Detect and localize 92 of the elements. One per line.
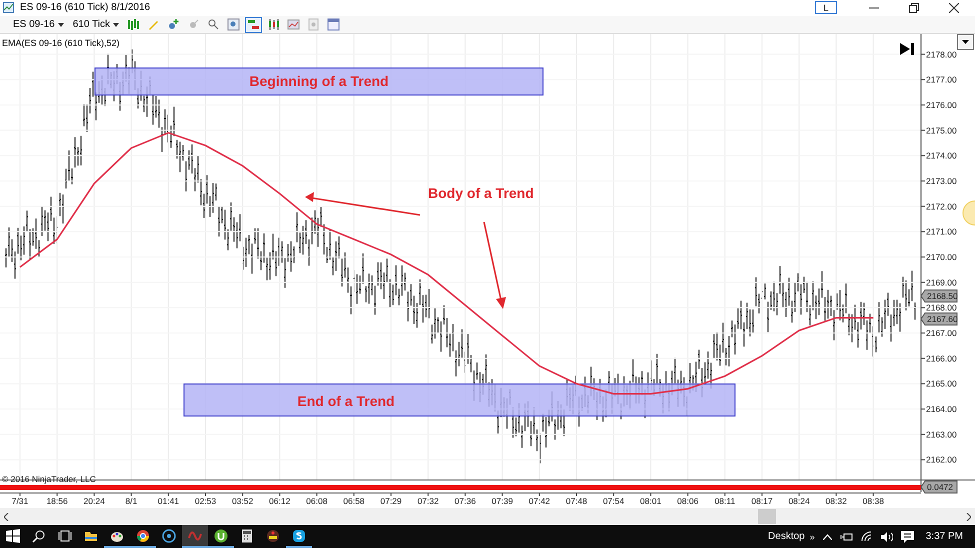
x-axis-label: 7/31 bbox=[12, 496, 28, 506]
y-axis-label: 2175.00 bbox=[926, 126, 957, 136]
x-axis-label: 08:06 bbox=[677, 496, 698, 506]
cursor-highlight bbox=[962, 200, 975, 226]
search-icon bbox=[32, 528, 46, 542]
y-axis-label: 2164.00 bbox=[926, 404, 957, 414]
ball-icon bbox=[266, 528, 280, 542]
notification-icon[interactable] bbox=[900, 530, 914, 542]
y-axis-label: 2174.00 bbox=[926, 150, 957, 161]
panel-menu-button[interactable] bbox=[957, 34, 974, 50]
y-axis-label: 2163.00 bbox=[926, 430, 957, 440]
chart-tool-button[interactable] bbox=[284, 16, 302, 32]
start-icon bbox=[6, 528, 20, 542]
caret-icon bbox=[58, 22, 64, 26]
annotation-label: Beginning of a Trend bbox=[249, 73, 389, 90]
y-axis-label: 2177.00 bbox=[926, 74, 957, 85]
layout-button[interactable]: L bbox=[815, 1, 837, 14]
x-axis-label: 07:29 bbox=[380, 496, 402, 506]
x-axis-label: 08:11 bbox=[714, 496, 736, 506]
wifi-icon[interactable] bbox=[860, 531, 873, 542]
window-title: ES 09-16 (610 Tick) 8/1/2016 bbox=[20, 2, 150, 14]
ring-icon bbox=[162, 528, 176, 542]
pin-add-icon bbox=[166, 18, 180, 31]
x-axis-label: 08:17 bbox=[751, 496, 773, 506]
clock[interactable]: 3:37 PM bbox=[926, 531, 963, 542]
restore-icon[interactable] bbox=[909, 2, 919, 13]
browser-icon bbox=[136, 528, 150, 542]
x-axis-label: 07:36 bbox=[454, 496, 476, 506]
x-axis-label: 08:32 bbox=[826, 496, 847, 506]
x-axis-label: 06:12 bbox=[269, 496, 290, 506]
candles-icon bbox=[266, 18, 280, 31]
x-axis-label: 07:42 bbox=[528, 496, 550, 506]
y-axis-label: 2165.00 bbox=[926, 379, 957, 390]
x-axis-label: 07:32 bbox=[417, 496, 439, 506]
scroll-right-icon[interactable] bbox=[966, 512, 971, 521]
instrument-dropdown[interactable]: ES 09-16 bbox=[10, 19, 67, 30]
y-axis-label: 2178.00 bbox=[926, 50, 957, 60]
letter-circle-icon bbox=[214, 528, 228, 542]
y-axis-label: 2172.00 bbox=[926, 202, 957, 212]
x-axis-label: 08:38 bbox=[862, 496, 884, 506]
scrollbar-thumb[interactable] bbox=[758, 509, 776, 524]
x-axis-label: 08:24 bbox=[788, 496, 810, 506]
caret-icon bbox=[112, 22, 119, 26]
pencil-icon bbox=[146, 18, 160, 31]
y-axis-label: 2173.00 bbox=[926, 176, 957, 186]
order-tool-button[interactable] bbox=[244, 16, 262, 32]
annotation-label: Body of a Trend bbox=[428, 185, 534, 202]
calculator-icon bbox=[240, 528, 254, 542]
chat-icon bbox=[292, 528, 306, 542]
interval-dropdown[interactable]: 610 Tick bbox=[70, 19, 122, 30]
x-axis-label: 20:24 bbox=[84, 496, 105, 506]
panel-icon bbox=[326, 18, 340, 31]
desktop-toolbar-label[interactable]: Desktop bbox=[768, 531, 805, 542]
x-axis-label: 07:39 bbox=[492, 496, 513, 506]
magnifier-tool-button[interactable] bbox=[224, 16, 242, 32]
power-icon[interactable] bbox=[840, 532, 853, 542]
zoom-icon bbox=[206, 18, 220, 31]
x-axis-label: 03:52 bbox=[232, 496, 254, 506]
wave-icon bbox=[188, 528, 202, 542]
order-icon bbox=[246, 18, 260, 31]
y-axis-label: 2167.00 bbox=[926, 328, 957, 338]
wave-taskbar-button[interactable] bbox=[182, 525, 208, 548]
x-axis-label: 8/1 bbox=[125, 496, 138, 506]
chart-app-icon bbox=[3, 2, 14, 14]
x-axis-label: 02:53 bbox=[194, 496, 216, 506]
y-axis-label: 2168.00 bbox=[926, 303, 957, 313]
y-axis-label: 2169.00 bbox=[926, 278, 957, 288]
scroll-left-icon[interactable] bbox=[4, 512, 9, 521]
indicator-label: EMA(ES 09-16 (610 Tick),52) bbox=[2, 38, 120, 48]
y-axis-label: 2170.00 bbox=[926, 252, 957, 262]
bars-icon bbox=[126, 18, 140, 31]
volume-marker-badge: 0.0472 bbox=[920, 480, 958, 494]
x-axis-label: 07:48 bbox=[566, 496, 588, 506]
skip-to-end-icon[interactable] bbox=[900, 43, 914, 56]
y-axis-label: 2166.00 bbox=[926, 354, 957, 364]
task-view-icon bbox=[58, 528, 72, 542]
chart-icon bbox=[286, 18, 300, 31]
x-axis-label: 18:56 bbox=[46, 496, 68, 506]
panel-tool-button[interactable] bbox=[324, 16, 342, 32]
y-axis-label: 2162.00 bbox=[926, 455, 957, 466]
x-axis-label: 08:01 bbox=[640, 496, 662, 506]
toolbar-overflow-button[interactable]: » bbox=[810, 532, 815, 542]
y-axis-label: 2171.00 bbox=[926, 226, 957, 237]
x-axis-label: 01:41 bbox=[158, 496, 180, 506]
annotation-label: End of a Trend bbox=[297, 393, 395, 410]
x-axis-label: 07:54 bbox=[602, 496, 624, 506]
x-axis-label: 06:58 bbox=[343, 496, 365, 506]
y-axis-label: 2176.00 bbox=[926, 100, 957, 110]
x-axis-label: 06:08 bbox=[306, 496, 328, 506]
speaker-icon[interactable] bbox=[880, 532, 893, 542]
caret-up-icon[interactable] bbox=[822, 534, 832, 540]
close-icon[interactable] bbox=[949, 2, 959, 13]
